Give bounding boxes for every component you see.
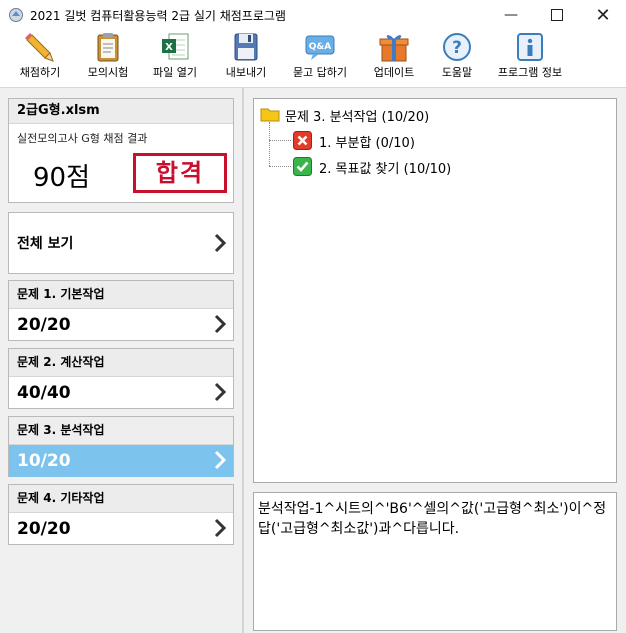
chevron-right-icon	[214, 518, 227, 538]
overview-label: 전체 보기	[17, 236, 74, 252]
pass-stamp: 합격	[133, 153, 227, 193]
problem-title: 문제 3. 분석작업	[9, 417, 233, 445]
pass-icon	[293, 157, 312, 176]
problem-title: 문제 2. 계산작업	[9, 349, 233, 377]
problem-card-4[interactable]: 문제 4. 기타작업 20/20	[8, 484, 234, 545]
problem-card-1[interactable]: 문제 1. 기본작업 20/20	[8, 280, 234, 341]
pencil-icon	[25, 33, 54, 62]
total-score: 90점	[33, 163, 91, 193]
problem-card-3[interactable]: 문제 3. 분석작업 10/20	[8, 416, 234, 477]
title-bar: 2021 길벗 컴퓨터활용능력 2급 실기 채점프로그램 — ✕	[0, 0, 626, 30]
result-subtitle: 실전모의고사 G형 채점 결과	[17, 132, 148, 145]
mock-exam-button[interactable]: 모의시험	[80, 32, 136, 84]
close-icon: ✕	[595, 4, 611, 26]
gift-box-icon	[379, 35, 409, 62]
minimize-icon: —	[504, 7, 518, 23]
open-file-button[interactable]: X 파일 열기	[146, 32, 204, 84]
grading-message: 분석작업-1^시트의^'B6'^셀의^값('고급형^최소')이^정답('고급형^…	[258, 501, 607, 537]
tree-item-label[interactable]: 1. 부분합 (0/10)	[319, 132, 415, 151]
toolbar: 채점하기 모의시험 X 파일 열기 내보내기 Q&A 묻고 답하기 업데이트 ?…	[0, 30, 626, 88]
svg-text:?: ?	[452, 38, 462, 58]
file-name: 2급G형.xlsm	[9, 99, 233, 124]
problem-score: 40/40	[17, 383, 71, 403]
svg-text:Q&A: Q&A	[309, 42, 331, 52]
maximize-button[interactable]	[534, 0, 580, 30]
window-title: 2021 길벗 컴퓨터활용능력 2급 실기 채점프로그램	[30, 9, 286, 23]
overview-button[interactable]: 전체 보기	[8, 212, 234, 274]
excel-file-icon: X	[162, 33, 189, 60]
help-icon: ?	[443, 33, 471, 61]
folder-icon	[260, 108, 280, 122]
app-icon	[9, 8, 23, 22]
problem-card-2[interactable]: 문제 2. 계산작업 40/40	[8, 348, 234, 409]
close-button[interactable]: ✕	[580, 0, 626, 30]
tree-connector	[269, 140, 291, 141]
grade-button[interactable]: 채점하기	[14, 32, 66, 84]
floppy-disk-icon	[234, 33, 258, 61]
message-pane: 분석작업-1^시트의^'B6'^셀의^값('고급형^최소')이^정답('고급형^…	[253, 492, 617, 631]
problem-score: 20/20	[17, 315, 71, 335]
maximize-icon	[551, 9, 563, 21]
problem-score: 20/20	[17, 519, 71, 539]
chevron-right-icon	[214, 314, 227, 334]
chevron-right-icon	[214, 382, 227, 402]
pane-splitter[interactable]	[242, 88, 244, 633]
svg-text:X: X	[165, 42, 173, 53]
tree-connector	[269, 122, 270, 166]
qa-bubble-icon: Q&A	[305, 35, 335, 60]
tree-connector	[269, 166, 291, 167]
chevron-right-icon	[214, 233, 227, 253]
help-button[interactable]: ? 도움말	[432, 32, 482, 84]
program-info-button[interactable]: 프로그램 정보	[490, 32, 570, 84]
info-icon	[517, 33, 543, 61]
minimize-button[interactable]: —	[488, 0, 534, 30]
update-button[interactable]: 업데이트	[366, 32, 422, 84]
problem-title: 문제 4. 기타작업	[9, 485, 233, 513]
problem-score: 10/20	[9, 445, 233, 477]
clipboard-icon	[97, 33, 119, 62]
summary-card: 2급G형.xlsm 실전모의고사 G형 채점 결과 90점 합격	[8, 98, 234, 203]
left-pane: 2급G형.xlsm 실전모의고사 G형 채점 결과 90점 합격 전체 보기 문…	[0, 88, 242, 633]
result-tree: 문제 3. 분석작업 (10/20) 1. 부분합 (0/10) 2. 목표값 …	[253, 98, 617, 483]
fail-icon	[293, 131, 312, 150]
tree-item-label[interactable]: 2. 목표값 찾기 (10/10)	[319, 158, 451, 177]
chevron-right-icon	[214, 450, 227, 470]
problem-title: 문제 1. 기본작업	[9, 281, 233, 309]
qa-button[interactable]: Q&A 묻고 답하기	[284, 32, 356, 84]
tree-root-label[interactable]: 문제 3. 분석작업 (10/20)	[285, 106, 429, 125]
export-button[interactable]: 내보내기	[218, 32, 274, 84]
